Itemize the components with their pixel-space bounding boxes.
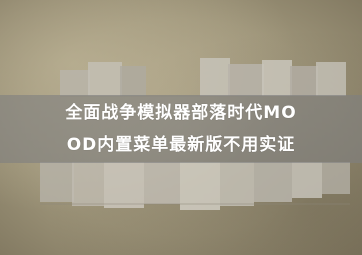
caption-line-2: OD内置菜单最新版不用实证: [66, 135, 296, 155]
caption-line-1: 全面战争模拟器部落时代MO: [65, 103, 297, 123]
caption-title: 全面战争模拟器部落时代MO OD内置菜单最新版不用实证: [0, 97, 362, 161]
